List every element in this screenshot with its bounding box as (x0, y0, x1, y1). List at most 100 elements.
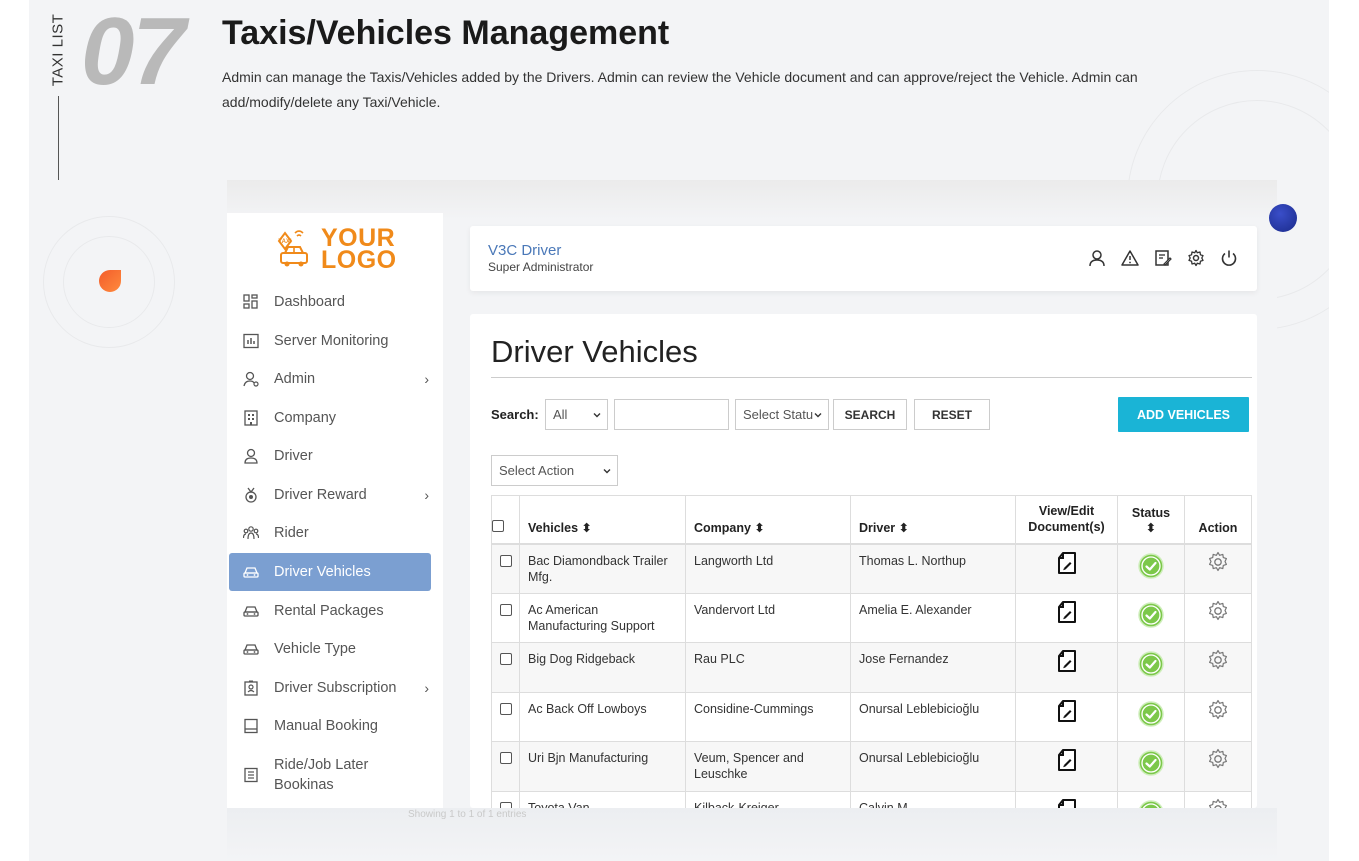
sidebar-item-label: Company (274, 410, 337, 426)
blue-dot (1269, 204, 1297, 232)
sidebar-item-label: Rider (274, 525, 309, 541)
status-active-icon[interactable] (1138, 700, 1164, 731)
vehicle-cell[interactable]: Uri Bjn Manufacturing (519, 741, 686, 792)
filter-select[interactable]: All (545, 399, 608, 430)
sidebar-item-vehicle-type[interactable]: Vehicle Type (229, 630, 431, 668)
status-active-icon[interactable] (1138, 799, 1164, 808)
sidebar-item-driver-subscription[interactable]: Driver Subscription › (229, 669, 431, 707)
bulk-action-select[interactable]: Select Action (491, 455, 618, 486)
chevron-right-icon: › (424, 371, 429, 387)
company-cell: Langworth Ltd (685, 543, 851, 594)
booking-icon (242, 717, 260, 735)
sidebar-item-driver-reward[interactable]: Driver Reward › (229, 476, 431, 514)
car-icon (242, 602, 260, 620)
status-active-icon[interactable] (1138, 601, 1164, 632)
column-vehicles[interactable]: Vehicles ⬍ (519, 495, 686, 545)
row-checkbox[interactable] (499, 702, 512, 715)
chevron-down-icon (813, 408, 823, 423)
row-checkbox[interactable] (499, 653, 512, 665)
logo-text-line2: LOGO (321, 246, 397, 274)
sidebar-item-manual-booking[interactable]: Manual Booking (229, 707, 431, 745)
edit-document-icon[interactable] (1056, 748, 1078, 776)
company-cell: Considine-Cummings (685, 691, 851, 742)
gear-icon[interactable] (1207, 748, 1229, 774)
status-select[interactable]: Select Statu (735, 399, 829, 430)
gear-icon[interactable] (1207, 551, 1229, 577)
sidebar-item-label: Driver (274, 448, 313, 464)
driver-cell: Thomas L. Northup (850, 543, 1016, 594)
chart-icon (242, 332, 260, 350)
sidebar-item-label: Admin (274, 371, 316, 387)
column-company[interactable]: Company ⬍ (685, 495, 851, 545)
sidebar-item-driver-vehicles[interactable]: Driver Vehicles (229, 553, 431, 591)
edit-document-icon[interactable] (1056, 649, 1078, 677)
power-icon[interactable] (1219, 248, 1239, 268)
company-cell: Rau PLC (685, 642, 851, 693)
search-button[interactable]: SEARCH (833, 399, 907, 430)
reset-button[interactable]: RESET (914, 399, 990, 430)
row-checkbox[interactable] (499, 603, 512, 616)
gear-icon[interactable] (1207, 699, 1229, 725)
status-active-icon[interactable] (1138, 750, 1164, 780)
main-panel: Driver Vehicles Search: All Select Statu… (470, 314, 1257, 808)
sidebar-item-label: Rental Packages (274, 603, 384, 619)
edit-document-icon[interactable] (1056, 600, 1078, 628)
sidebar-item-company[interactable]: Company (229, 399, 431, 437)
sidebar-item-server-monitoring[interactable]: Server Monitoring (229, 322, 431, 360)
vehicle-cell[interactable]: Big Dog Ridgeback (519, 642, 686, 693)
chevron-right-icon: › (424, 680, 429, 696)
alert-icon[interactable] (1120, 248, 1140, 268)
table-header-row: Vehicles ⬍ Company ⬍ Driver ⬍ View/Edit … (491, 495, 1252, 545)
medal-icon (242, 486, 260, 504)
column-driver[interactable]: Driver ⬍ (850, 495, 1016, 545)
sidebar-item-label: Server Monitoring (274, 333, 389, 349)
driver-cell: Onursal Leblebicioğlu (850, 691, 1016, 742)
vehicle-cell[interactable]: Toyota Van (519, 790, 686, 808)
vehicle-cell[interactable]: Bac Diamondback Trailer Mfg. (519, 543, 686, 594)
taxi-logo-icon: TAXI (277, 230, 308, 267)
user-role: Super Administrator (488, 260, 594, 274)
admin-user-icon (242, 370, 260, 388)
row-checkbox[interactable] (499, 554, 512, 567)
gear-icon[interactable] (1207, 600, 1229, 626)
subscription-icon (242, 679, 260, 697)
edit-document-icon[interactable] (1056, 551, 1078, 579)
column-status[interactable]: Status ⬍ (1117, 495, 1185, 545)
dashboard-icon (242, 293, 260, 311)
column-action: Action (1184, 495, 1252, 545)
table-row: Ac Back Off Lowboys Considine-Cummings Onu… (491, 691, 1252, 742)
gear-icon[interactable] (1207, 649, 1229, 675)
gear-icon[interactable] (1207, 798, 1229, 808)
edit-document-icon[interactable] (1056, 798, 1078, 808)
vehicle-cell[interactable]: Ac American Manufacturing Support (519, 592, 686, 643)
riders-icon (242, 524, 260, 542)
row-checkbox[interactable] (499, 752, 512, 764)
company-cell: Vandervort Ltd (685, 592, 851, 643)
sidebar-item-ride-later-bookings[interactable]: Ride/Job Later Bookinas (229, 753, 431, 797)
sidebar-item-driver[interactable]: Driver (229, 437, 431, 475)
company-cell: Veum, Spencer and Leuschke (685, 741, 851, 792)
brand-name: V3C Driver (488, 242, 562, 259)
add-vehicles-button[interactable]: ADD VEHICLES (1118, 397, 1249, 432)
driver-cell: Amelia E. Alexander (850, 592, 1016, 643)
vehicle-cell[interactable]: Ac Back Off Lowboys (519, 691, 686, 742)
sidebar-item-rider[interactable]: Rider (229, 514, 431, 552)
section-description: Admin can manage the Taxis/Vehicles adde… (222, 69, 1138, 110)
sidebar-item-rental-packages[interactable]: Rental Packages (229, 592, 431, 630)
settings-icon[interactable] (1186, 248, 1206, 268)
status-active-icon[interactable] (1138, 651, 1164, 681)
table-row: Toyota Van Kilback-Kreiger Calvin M (491, 790, 1252, 808)
logo: TAXI YOUR LOGO (269, 225, 409, 273)
sidebar-item-label-line2: Bookinas (274, 777, 334, 793)
search-input[interactable] (614, 399, 729, 430)
table-row: Big Dog Ridgeback Rau PLC Jose Fernandez (491, 642, 1252, 693)
edit-icon[interactable] (1153, 248, 1173, 268)
sidebar-item-admin[interactable]: Admin › (229, 360, 431, 398)
sidebar-item-dashboard[interactable]: Dashboard (229, 283, 431, 321)
divider-line (58, 96, 59, 180)
profile-icon[interactable] (1087, 248, 1107, 268)
status-active-icon[interactable] (1138, 552, 1164, 583)
select-all-checkbox[interactable] (492, 519, 504, 532)
table-row: Ac American Manufacturing Support Vanderv… (491, 592, 1252, 643)
edit-document-icon[interactable] (1056, 699, 1078, 727)
